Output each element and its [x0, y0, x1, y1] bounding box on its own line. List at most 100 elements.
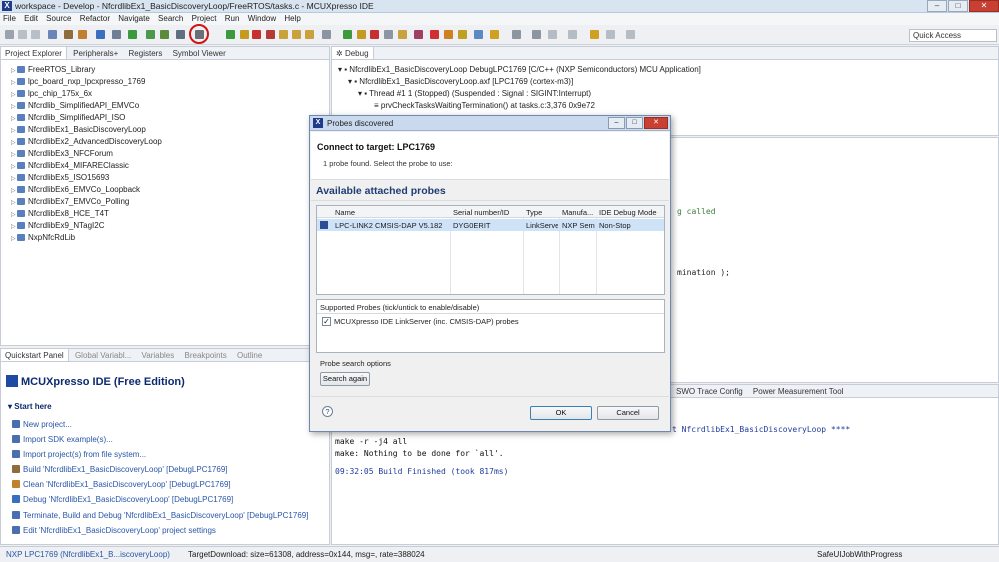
debug-thread-item[interactable]: ▾ ▪ Thread #1 1 (Stopped) (Suspended : S…	[358, 89, 591, 98]
linkserver-checkbox[interactable]: ✓	[322, 317, 331, 326]
tab-project-explorer[interactable]: Project Explorer	[1, 47, 67, 59]
debug-stop-icon[interactable]	[370, 30, 379, 39]
tree-item[interactable]: ▷ NfcrdlibEx5_ISO15693	[11, 173, 109, 185]
quickstart-link[interactable]: Clean 'NfcrdlibEx1_BasicDiscoveryLoop' […	[12, 480, 231, 489]
hammer-icon[interactable]	[64, 30, 73, 39]
tree-item[interactable]: ▷ NfcrdlibEx9_NTagI2C	[11, 221, 104, 233]
save-all-icon[interactable]	[31, 30, 40, 39]
tree-item[interactable]: ▷ Nfcrdlib_SimplifiedAPI_EMVCo	[11, 101, 139, 113]
maximize-button[interactable]: □	[948, 0, 968, 12]
save-icon[interactable]	[18, 30, 27, 39]
search-again-button[interactable]: Search again	[320, 372, 370, 386]
quickstart-link[interactable]: Edit 'NfcrdlibEx1_BasicDiscoveryLoop' pr…	[12, 526, 216, 535]
menu-refactor[interactable]: Refactor	[77, 13, 113, 23]
run-icon[interactable]	[128, 30, 137, 39]
column-type[interactable]: Type	[526, 208, 542, 217]
bug-icon[interactable]	[96, 30, 105, 39]
dialog-maximize-button[interactable]: □	[626, 117, 643, 129]
tree-item[interactable]: ▷ NfcrdlibEx1_BasicDiscoveryLoop	[11, 125, 146, 137]
close-button[interactable]: ✕	[969, 0, 999, 12]
tree-item[interactable]: ▷ NfcrdlibEx7_EMVCo_Polling	[11, 197, 129, 209]
column-manufacturer[interactable]: Manufa...	[562, 208, 593, 217]
debug-misc-icon[interactable]	[384, 30, 393, 39]
suspend-icon[interactable]	[240, 30, 249, 39]
tree-item[interactable]: ▷ Nfcrdlib_SimplifiedAPI_ISO	[11, 113, 125, 125]
lightbulb-icon[interactable]	[490, 30, 499, 39]
status-target[interactable]: NXP LPC1769 (NfcrdlibEx1_B...iscoveryLoo…	[6, 550, 170, 559]
step-into-icon[interactable]	[279, 30, 288, 39]
debug-launch-item[interactable]: ▾ ▪ NfcrdlibEx1_BasicDiscoveryLoop Debug…	[338, 65, 701, 74]
disconnect-icon[interactable]	[266, 30, 275, 39]
menu-run[interactable]: Run	[222, 13, 243, 23]
quickstart-link[interactable]: Import project(s) from file system...	[12, 450, 146, 459]
table-row[interactable]: LPC-LINK2 CMSIS-DAP V5.182 DYG0ERIT Link…	[317, 219, 664, 231]
breakpoint-icon[interactable]	[414, 30, 423, 39]
tab-registers[interactable]: Registers	[125, 47, 167, 59]
tree-item[interactable]: ▷ NfcrdlibEx8_HCE_T4T	[11, 209, 109, 221]
tab-symbol-viewer[interactable]: Symbol Viewer	[169, 47, 230, 59]
help-icon[interactable]: ?	[322, 406, 333, 417]
quickstart-link[interactable]: Import SDK example(s)...	[12, 435, 113, 444]
tree-item[interactable]: ▷ NxpNfcRdLib	[11, 233, 75, 245]
terminate-icon[interactable]	[252, 30, 261, 39]
tab-power-measurement[interactable]: Power Measurement Tool	[749, 385, 848, 397]
tab-variables[interactable]: Variables	[138, 349, 179, 361]
debug-process-item[interactable]: ▾ ▪ NfcrdlibEx1_BasicDiscoveryLoop.axf […	[348, 77, 573, 86]
menu-file[interactable]: File	[0, 13, 19, 23]
menu-source[interactable]: Source	[43, 13, 74, 23]
nav-icon[interactable]	[474, 30, 483, 39]
history-icon[interactable]	[626, 30, 635, 39]
tree-item[interactable]: ▷ NfcrdlibEx4_MIFAREClassic	[11, 161, 129, 173]
ok-button[interactable]: OK	[530, 406, 592, 420]
tab-breakpoints[interactable]: Breakpoints	[181, 349, 231, 361]
clean-icon[interactable]	[78, 30, 87, 39]
debug-step-icon[interactable]	[398, 30, 407, 39]
column-name[interactable]: Name	[335, 208, 355, 217]
external-tools-icon[interactable]	[146, 30, 155, 39]
column-debug-mode[interactable]: IDE Debug Mode	[599, 208, 657, 217]
quickstart-section-start[interactable]: ▾ Start here	[8, 402, 308, 411]
quickstart-link[interactable]: Terminate, Build and Debug 'NfcrdlibEx1_…	[12, 511, 308, 520]
annotation-icon[interactable]	[532, 30, 541, 39]
back-icon[interactable]	[590, 30, 599, 39]
menu-navigate[interactable]: Navigate	[115, 13, 153, 23]
misc-icon[interactable]	[176, 30, 185, 39]
annotation-next-icon[interactable]	[568, 30, 577, 39]
trace-icon[interactable]	[458, 30, 467, 39]
tab-quickstart[interactable]: Quickstart Panel	[1, 349, 69, 361]
minimize-button[interactable]: –	[927, 0, 947, 12]
tree-item[interactable]: ▷ NfcrdlibEx2_AdvancedDiscoveryLoop	[11, 137, 162, 149]
run-config-icon[interactable]	[160, 30, 169, 39]
search-tool-icon[interactable]	[512, 30, 521, 39]
column-serial[interactable]: Serial number/ID	[453, 208, 509, 217]
pin-icon[interactable]	[430, 30, 439, 39]
step-over-icon[interactable]	[292, 30, 301, 39]
tab-swo-trace[interactable]: SWO Trace Config	[672, 385, 747, 397]
quick-access-input[interactable]: Quick Access	[909, 29, 997, 42]
menu-help[interactable]: Help	[281, 13, 303, 23]
tree-item[interactable]: ▷ lpc_chip_175x_6x	[11, 89, 92, 101]
instruction-step-icon[interactable]	[322, 30, 331, 39]
menu-project[interactable]: Project	[189, 13, 220, 23]
build-icon[interactable]	[48, 30, 57, 39]
dialog-close-button[interactable]: ✕	[644, 117, 668, 129]
forward-icon[interactable]	[606, 30, 615, 39]
debug-resume-icon[interactable]	[343, 30, 352, 39]
tree-item[interactable]: ▷ NfcrdlibEx6_EMVCo_Loopback	[11, 185, 140, 197]
quickstart-link[interactable]: Build 'NfcrdlibEx1_BasicDiscoveryLoop' […	[12, 465, 228, 474]
resume-icon[interactable]	[226, 30, 235, 39]
menu-edit[interactable]: Edit	[21, 13, 41, 23]
cancel-button[interactable]: Cancel	[597, 406, 659, 420]
tree-item[interactable]: ▷ FreeRTOS_Library	[11, 65, 95, 77]
debug-frame-item[interactable]: ≡ prvCheckTasksWaitingTermination() at t…	[374, 101, 595, 110]
step-return-icon[interactable]	[305, 30, 314, 39]
settings-icon[interactable]	[112, 30, 121, 39]
tab-peripherals[interactable]: Peripherals+	[69, 47, 122, 59]
dialog-minimize-button[interactable]: –	[608, 117, 625, 129]
tool-icon[interactable]	[444, 30, 453, 39]
tree-item[interactable]: ▷ NfcrdlibEx3_NFCForum	[11, 149, 113, 161]
menu-search[interactable]: Search	[155, 13, 186, 23]
debug-pause-icon[interactable]	[357, 30, 366, 39]
quickstart-link[interactable]: New project...	[12, 420, 72, 429]
tab-debug[interactable]: ✲ Debug	[332, 47, 374, 59]
